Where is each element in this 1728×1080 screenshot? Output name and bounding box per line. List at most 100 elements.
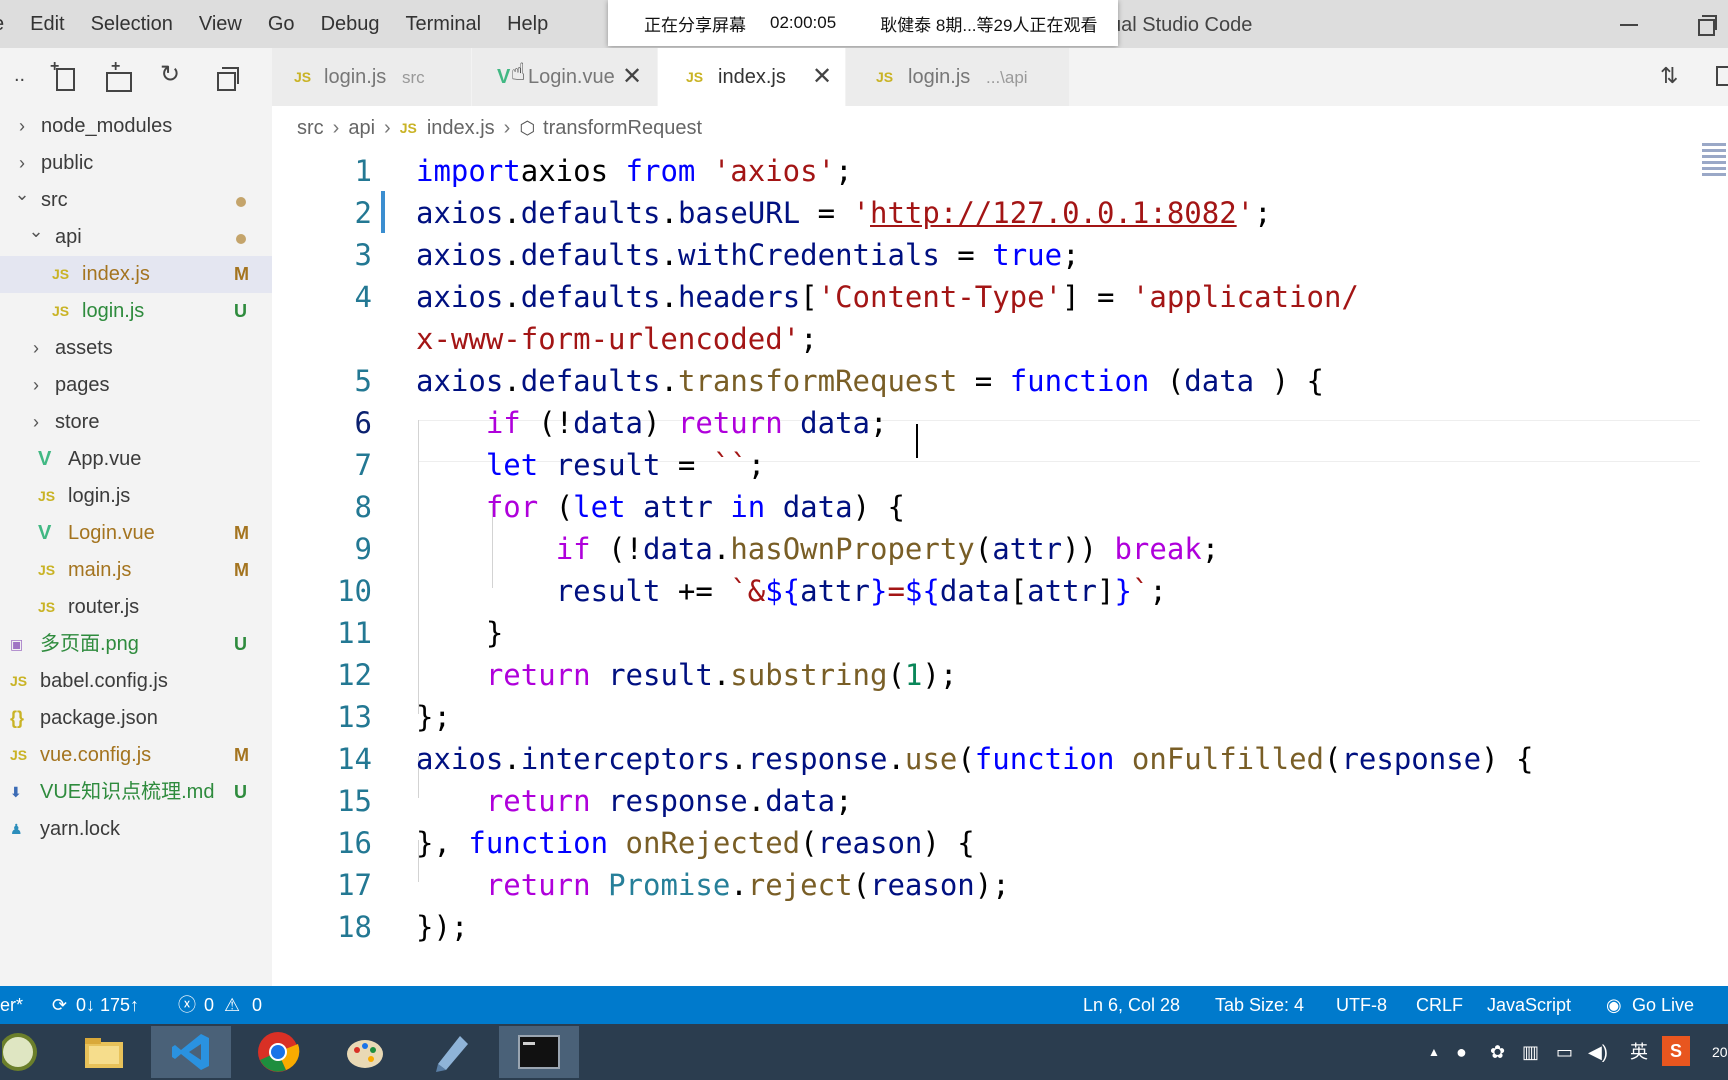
tray-network-icon[interactable]: ▥ bbox=[1522, 1024, 1539, 1080]
tree-item[interactable]: JS babel.config.js bbox=[0, 663, 272, 700]
status-encoding[interactable]: UTF-8 bbox=[1336, 986, 1387, 1024]
code-token: data bbox=[1184, 364, 1255, 398]
menu-view[interactable]: View bbox=[186, 0, 255, 48]
minimize-icon[interactable] bbox=[1620, 14, 1642, 34]
menu-terminal[interactable]: Terminal bbox=[393, 0, 495, 48]
status-tab-size[interactable]: Tab Size: 4 bbox=[1215, 986, 1304, 1024]
split-editor-icon[interactable] bbox=[1716, 66, 1728, 86]
editor-tab[interactable]: JS login.js ...\api bbox=[846, 48, 1070, 106]
tree-item[interactable]: ♟ yarn.lock bbox=[0, 811, 272, 848]
tree-item[interactable]: {} package.json bbox=[0, 700, 272, 737]
tray-app-icon[interactable]: ✿ bbox=[1490, 1024, 1505, 1080]
status-sync[interactable]: 0↓ 175↑ bbox=[76, 986, 139, 1024]
tree-item[interactable]: ⬇ VUE知识点梳理.md U bbox=[0, 774, 272, 811]
code-token: . bbox=[747, 784, 766, 818]
tray-input-language[interactable]: 英 bbox=[1630, 1024, 1648, 1080]
new-folder-icon[interactable] bbox=[105, 58, 132, 92]
code-token: ( bbox=[887, 658, 905, 692]
editor-tab[interactable]: JS index.js ✕ bbox=[658, 48, 846, 106]
taskbar-chrome[interactable] bbox=[238, 1026, 318, 1078]
breadcrumb-symbol[interactable]: transformRequest bbox=[543, 108, 702, 148]
refresh-icon[interactable]: ↻ bbox=[160, 63, 184, 87]
tree-item[interactable]: › node_modules bbox=[0, 108, 272, 145]
status-cursor-position[interactable]: Ln 6, Col 28 bbox=[1083, 986, 1180, 1024]
tree-item[interactable]: JS login.js U bbox=[0, 293, 272, 330]
tree-item[interactable]: JS router.js bbox=[0, 589, 272, 626]
code-editor[interactable]: 1 importaxios from 'axios'; 2 axios.default… bbox=[272, 148, 1700, 986]
notepad-icon bbox=[436, 1036, 468, 1072]
tree-item[interactable]: ⌄ api bbox=[0, 219, 272, 256]
menu-selection[interactable]: Selection bbox=[78, 0, 186, 48]
tray-expand-icon[interactable]: ▲ bbox=[1428, 1024, 1440, 1080]
modified-dot-icon bbox=[236, 197, 246, 207]
code-token: return bbox=[485, 658, 591, 692]
close-icon[interactable]: ✕ bbox=[622, 48, 642, 106]
code-token: ; bbox=[800, 322, 818, 356]
menu-edit[interactable]: Edit bbox=[17, 0, 77, 48]
restore-window-icon[interactable] bbox=[1696, 14, 1718, 36]
sync-icon[interactable]: ⟳ bbox=[52, 986, 67, 1024]
close-icon[interactable]: ✕ bbox=[812, 48, 832, 106]
tree-item[interactable]: JS main.js M bbox=[0, 552, 272, 589]
code-token: ] = bbox=[1062, 280, 1132, 314]
git-status-badge: M bbox=[234, 560, 249, 580]
line-number: 14 bbox=[337, 742, 372, 776]
warning-icon[interactable]: ⚠ bbox=[224, 986, 240, 1024]
code-token: substring bbox=[730, 658, 888, 692]
menu-help[interactable]: Help bbox=[494, 0, 561, 48]
code-token: . bbox=[503, 742, 521, 776]
taskbar-terminal[interactable] bbox=[499, 1026, 579, 1078]
menu-go[interactable]: Go bbox=[255, 0, 308, 48]
new-file-icon[interactable] bbox=[50, 58, 76, 91]
tree-item[interactable]: ▣ 多页面.png U bbox=[0, 626, 272, 663]
status-errors[interactable]: 0 bbox=[204, 986, 214, 1024]
status-eol[interactable]: CRLF bbox=[1416, 986, 1463, 1024]
tree-item[interactable]: › pages bbox=[0, 367, 272, 404]
minimap[interactable] bbox=[1700, 140, 1728, 210]
code-text: let result = ``; bbox=[416, 444, 765, 486]
menu-file[interactable]: e bbox=[0, 0, 17, 48]
tree-item[interactable]: JS index.js M bbox=[0, 256, 272, 293]
tray-volume-icon[interactable]: ◀) bbox=[1588, 1024, 1608, 1080]
minimap-line bbox=[1702, 161, 1726, 164]
taskbar-file-explorer[interactable] bbox=[64, 1026, 144, 1078]
tree-item[interactable]: › public bbox=[0, 145, 272, 182]
editor-tab[interactable]: JS login.js src bbox=[272, 48, 472, 106]
breadcrumb-api[interactable]: api bbox=[348, 108, 375, 148]
collapse-all-icon[interactable] bbox=[215, 66, 239, 91]
tree-item[interactable]: V App.vue bbox=[0, 441, 272, 478]
menu-debug[interactable]: Debug bbox=[308, 0, 393, 48]
error-icon[interactable]: ⓧ bbox=[178, 986, 196, 1024]
tree-item[interactable]: V Login.vue M bbox=[0, 515, 272, 552]
taskbar-vscode[interactable] bbox=[151, 1026, 231, 1078]
tree-item-label: node_modules bbox=[41, 115, 173, 137]
status-go-live[interactable]: Go Live bbox=[1632, 986, 1694, 1024]
editor-tab[interactable]: V Login.vue ✕ bbox=[472, 48, 658, 106]
tree-item[interactable]: › store bbox=[0, 404, 272, 441]
broadcast-icon[interactable]: ◉ bbox=[1606, 986, 1622, 1024]
tray-clock-fragment[interactable]: 20 bbox=[1712, 1024, 1728, 1080]
tree-item[interactable]: › assets bbox=[0, 330, 272, 367]
vscode-icon bbox=[172, 1034, 209, 1070]
tray-qq-icon[interactable]: ● bbox=[1456, 1024, 1467, 1080]
status-warnings[interactable]: 0 bbox=[252, 986, 262, 1024]
more-actions-icon[interactable]: .. bbox=[14, 64, 25, 87]
status-language[interactable]: JavaScript bbox=[1487, 986, 1571, 1024]
taskbar-notepad[interactable] bbox=[412, 1026, 492, 1078]
line-number: 4 bbox=[354, 280, 372, 314]
code-text: importaxios from 'axios'; bbox=[416, 150, 853, 192]
code-text: for (let attr in data) { bbox=[416, 486, 905, 528]
taskbar-paint[interactable] bbox=[325, 1026, 405, 1078]
status-branch[interactable]: er* bbox=[0, 986, 23, 1024]
code-token: baseURL bbox=[677, 196, 801, 230]
breadcrumb-src[interactable]: src bbox=[297, 108, 324, 148]
start-button[interactable] bbox=[0, 1026, 44, 1078]
breadcrumb-file[interactable]: index.js bbox=[427, 108, 495, 148]
tray-ime-icon[interactable]: S bbox=[1662, 1036, 1690, 1066]
tree-item[interactable]: JS login.js bbox=[0, 478, 272, 515]
open-changes-icon[interactable]: ⇅ bbox=[1660, 64, 1684, 88]
tree-item[interactable]: JS vue.config.js M bbox=[0, 737, 272, 774]
tray-monitor-icon[interactable]: ▭ bbox=[1556, 1024, 1573, 1080]
